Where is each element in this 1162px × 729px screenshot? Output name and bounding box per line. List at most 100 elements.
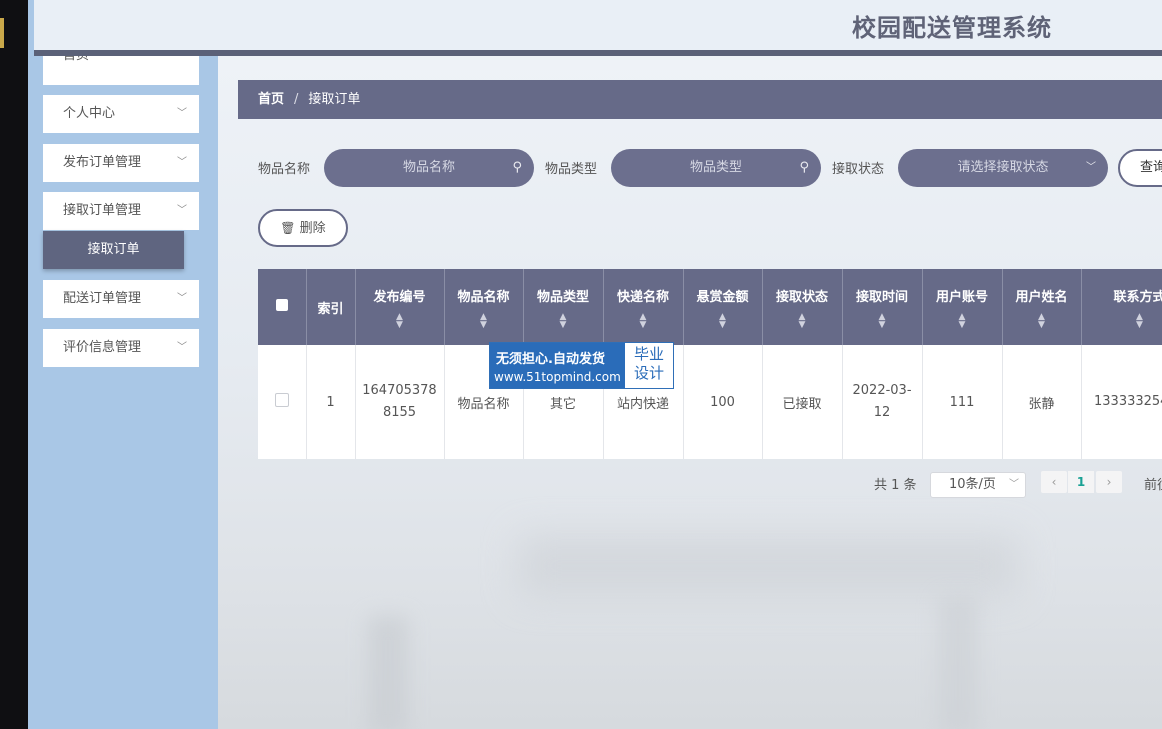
background-blur [518, 536, 1018, 596]
table-cell: 111 [922, 345, 1003, 459]
sidebar-item-profile[interactable]: 个人中心 ﹀ [43, 95, 199, 133]
chevron-down-icon: ﹀ [177, 342, 187, 353]
accept-status-placeholder: 请选择接取状态 [957, 160, 1049, 175]
background-blur [938, 596, 978, 729]
table-cell: 1647053788155 [355, 345, 445, 459]
sidebar-item-accept-orders[interactable]: 接取订单管理 ﹀ [43, 192, 199, 230]
item-name-input[interactable]: 物品名称 ⚲ [324, 149, 534, 187]
column-header: 索引 [306, 269, 356, 345]
breadcrumb-separator: / [294, 92, 299, 107]
breadcrumb: 首页 / 接取订单 [238, 80, 1162, 119]
sort-icon[interactable]: ▲ ▼ [684, 312, 762, 329]
row-checkbox[interactable] [274, 393, 289, 407]
table-cell: 2022-03-12 [842, 345, 923, 459]
column-header[interactable]: 物品类型 ▲ ▼ [523, 269, 604, 345]
sidebar-item-delivery-orders[interactable]: 配送订单管理 ﹀ [43, 280, 199, 318]
select-all-cell [258, 269, 307, 345]
watermark-left: 无须担心.自动发货 www.51topmind.com [490, 343, 625, 388]
column-header[interactable]: 用户姓名 ▲ ▼ [1002, 269, 1082, 345]
left-edge-strip [0, 0, 28, 729]
watermark-right: 毕业 设计 [627, 345, 671, 383]
sidebar-item-publish-orders[interactable]: 发布订单管理 ﹀ [43, 144, 199, 182]
page-size-select[interactable]: 10条/页 ﹀ [930, 472, 1026, 498]
column-header[interactable]: 联系方式 ▲ ▼ [1081, 269, 1162, 345]
sidebar-item-label: 首页 [63, 48, 90, 63]
column-label: 接取状态 [775, 289, 828, 305]
column-header[interactable]: 接取时间 ▲ ▼ [842, 269, 923, 345]
table-header-row: 索引 发布编号 ▲ ▼ 物品名称 ▲ ▼ 物品类型 ▲ ▼ 快递名称 ▲ ▼ 悬赏金额 ▲ ▼ 接取… [258, 269, 1162, 345]
search-icon: ⚲ [799, 160, 809, 175]
table-cell: 100 [683, 345, 763, 459]
sidebar-item-label: 发布订单管理 [63, 155, 142, 170]
edge-marker [0, 18, 4, 48]
column-label: 物品类型 [536, 289, 589, 305]
query-button[interactable]: 查询 [1118, 149, 1162, 187]
chevron-down-icon: ﹀ [177, 108, 187, 119]
accept-status-label: 接取状态 [832, 162, 885, 177]
chevron-right-icon[interactable]: › [1096, 471, 1122, 493]
sort-icon[interactable]: ▲ ▼ [445, 312, 523, 329]
table-row[interactable]: 1 1647053788155 物品名称 其它 站内快递 100 已接取 202… [258, 345, 1162, 459]
watermark-right-line2: 设计 [633, 364, 664, 382]
orders-table: 索引 发布编号 ▲ ▼ 物品名称 ▲ ▼ 物品类型 ▲ ▼ 快递名称 ▲ ▼ 悬赏金额 ▲ ▼ 接取… [258, 269, 1162, 460]
sidebar-subitem-accept-order[interactable]: 接取订单 [43, 231, 184, 269]
sidebar-item-label: 评价信息管理 [63, 340, 142, 355]
sort-icon[interactable]: ▲ ▼ [1082, 312, 1162, 329]
column-label: 索引 [317, 301, 344, 317]
sidebar-item-label: 个人中心 [63, 106, 116, 121]
sort-icon[interactable]: ▲ ▼ [604, 312, 683, 329]
column-label: 发布编号 [373, 289, 426, 305]
item-name-label: 物品名称 [258, 162, 311, 177]
column-header[interactable]: 接取状态 ▲ ▼ [762, 269, 843, 345]
column-label: 用户账号 [935, 289, 988, 305]
page-size-value: 10条/页 [949, 477, 996, 492]
table-cell: 已接取 [762, 345, 843, 459]
table-cell: 1 [306, 345, 356, 459]
sort-icon[interactable]: ▲ ▼ [524, 312, 603, 329]
sort-icon[interactable]: ▲ ▼ [843, 312, 922, 329]
sort-icon[interactable]: ▲ ▼ [1003, 312, 1081, 329]
column-label: 接取时间 [855, 289, 908, 305]
row-select-cell [258, 345, 307, 459]
chevron-down-icon: ﹀ [1009, 479, 1019, 490]
top-header: 校园配送管理系统 [34, 0, 1162, 50]
column-header[interactable]: 发布编号 ▲ ▼ [355, 269, 445, 345]
item-type-input[interactable]: 物品类型 ⚲ [611, 149, 821, 187]
delete-label: 删除 [299, 221, 326, 236]
trash-icon: 🗑 [280, 221, 296, 235]
table-cell: 张静 [1002, 345, 1082, 459]
search-icon: ⚲ [512, 160, 522, 175]
delete-button[interactable]: 🗑 删除 [258, 209, 348, 247]
column-label: 物品名称 [457, 289, 510, 305]
sidebar-item-label: 配送订单管理 [63, 291, 142, 306]
item-type-label: 物品类型 [545, 162, 598, 177]
column-header[interactable]: 物品名称 ▲ ▼ [444, 269, 524, 345]
pagination-goto-label: 前往 [1144, 478, 1162, 493]
chevron-down-icon: ﹀ [177, 157, 187, 168]
column-header[interactable]: 用户账号 ▲ ▼ [922, 269, 1003, 345]
system-title: 校园配送管理系统 [852, 14, 1052, 42]
sidebar-item-home[interactable]: 首页 [43, 47, 199, 85]
column-header[interactable]: 快递名称 ▲ ▼ [603, 269, 684, 345]
sort-icon[interactable]: ▲ ▼ [763, 312, 842, 329]
chevron-down-icon: ﹀ [1086, 162, 1096, 173]
sort-icon[interactable]: ▲ ▼ [356, 312, 444, 329]
sidebar-item-reviews[interactable]: 评价信息管理 ﹀ [43, 329, 199, 367]
select-all-checkbox[interactable] [275, 299, 288, 311]
background-blur [368, 616, 408, 729]
sort-icon[interactable]: ▲ ▼ [923, 312, 1002, 329]
accept-status-select[interactable]: 请选择接取状态 ﹀ [898, 149, 1108, 187]
watermark-line1: 无须担心.自动发货 [496, 352, 605, 367]
column-label: 联系方式 [1113, 289, 1162, 305]
watermark-badge: 无须担心.自动发货 www.51topmind.com 毕业 设计 [489, 342, 674, 389]
breadcrumb-home[interactable]: 首页 [258, 92, 284, 107]
chevron-down-icon: ﹀ [177, 205, 187, 216]
column-label: 悬赏金额 [696, 289, 749, 305]
chevron-left-icon[interactable]: ‹ [1041, 471, 1067, 493]
column-header[interactable]: 悬赏金额 ▲ ▼ [683, 269, 763, 345]
item-name-placeholder: 物品名称 [402, 160, 455, 175]
sidebar-item-label: 接取订单管理 [63, 203, 142, 218]
page-number-1[interactable]: 1 [1068, 471, 1094, 493]
pagination-total: 共 1 条 [874, 478, 917, 493]
column-label: 用户姓名 [1015, 289, 1068, 305]
